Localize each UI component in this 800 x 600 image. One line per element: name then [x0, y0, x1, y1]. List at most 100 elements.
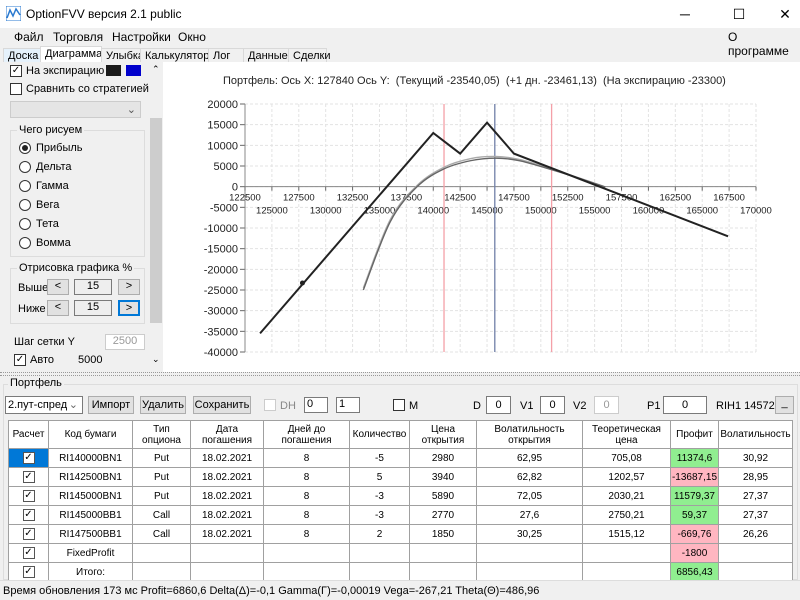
column-header[interactable]: Теоретическая цена	[582, 420, 671, 449]
spin-1[interactable]: 0	[304, 397, 328, 413]
table-cell	[409, 562, 477, 582]
calc-checkbox-cell[interactable]: ✓	[8, 448, 49, 468]
strategy-select[interactable]: 2.пут-спред ⌄	[5, 396, 83, 414]
table-row[interactable]: ✓ Итого: 6856,43	[8, 562, 793, 582]
current-color-swatch[interactable]	[126, 65, 141, 76]
compare-checkbox[interactable]	[10, 83, 22, 95]
column-header[interactable]: Код бумаги	[48, 420, 133, 449]
close-button[interactable]: ✕	[762, 0, 800, 28]
calc-checkbox-cell[interactable]: ✓	[8, 543, 49, 563]
calc-checkbox[interactable]: ✓	[22, 452, 35, 464]
calc-checkbox[interactable]: ✓	[22, 547, 35, 559]
table-cell: 8	[263, 505, 350, 525]
chart-plot[interactable]: 20000150001000050000-5000-10000-15000-20…	[163, 62, 800, 372]
column-header[interactable]: Дата погашения	[190, 420, 264, 449]
strategy-compare-select[interactable]: ⌄	[10, 101, 141, 118]
calc-checkbox[interactable]: ✓	[22, 509, 35, 521]
tab-board[interactable]: Доска	[3, 48, 41, 63]
table-row[interactable]: ✓ RI145000BB1 Call 18.02.2021 8 -3 2770 27,6 275…	[8, 505, 793, 525]
table-cell	[349, 562, 410, 582]
maximize-button[interactable]: ☐	[716, 0, 762, 28]
calc-checkbox-cell[interactable]: ✓	[8, 524, 49, 544]
grid-y-field[interactable]: 2500	[105, 334, 145, 350]
table-cell: 62,95	[476, 448, 583, 468]
calc-checkbox[interactable]: ✓	[22, 566, 35, 578]
import-button[interactable]: Импорт	[88, 396, 134, 414]
m-checkbox[interactable]	[393, 399, 405, 411]
radio-vomma[interactable]	[19, 237, 31, 249]
calc-checkbox[interactable]: ✓	[22, 471, 35, 483]
above-increase-button[interactable]: >	[118, 279, 140, 295]
p1-field[interactable]: 0	[663, 396, 707, 414]
x-tick-label: 132500	[337, 193, 369, 204]
spin-2[interactable]: 1	[336, 397, 360, 413]
tab-log[interactable]: Лог	[208, 48, 244, 63]
radio-delta[interactable]	[19, 161, 31, 173]
expiry-color-swatch[interactable]	[106, 65, 121, 76]
column-header[interactable]: Волатильность открытия	[476, 420, 583, 449]
tab-smile[interactable]: Улыбка	[101, 48, 144, 63]
auto-checkbox[interactable]: ✓	[14, 354, 26, 366]
table-row[interactable]: ✓ RI145000BN1 Put 18.02.2021 8 -3 5890 72,05 203…	[8, 486, 793, 506]
splitter[interactable]	[0, 372, 800, 376]
calc-checkbox[interactable]: ✓	[22, 528, 35, 540]
below-decrease-button[interactable]: <	[47, 300, 69, 316]
minimize-button[interactable]: ─	[662, 0, 708, 28]
tab-deals[interactable]: Сделки	[288, 48, 331, 63]
radio-vega[interactable]	[19, 199, 31, 211]
menu-window[interactable]: Окно	[178, 30, 206, 44]
table-cell: Итого:	[48, 562, 133, 582]
scroll-up-icon[interactable]: ⌃	[152, 64, 160, 75]
below-increase-button[interactable]: >	[118, 300, 140, 316]
d-field[interactable]: 0	[486, 396, 511, 414]
profit-chart[interactable]: Портфель: Ось X: 127840 Ось Y: (Текущий …	[163, 62, 800, 372]
above-label: Выше	[18, 282, 49, 294]
radio-profit[interactable]	[19, 142, 31, 154]
column-header[interactable]: Профит	[670, 420, 719, 449]
column-header[interactable]: Количество	[349, 420, 410, 449]
calc-checkbox[interactable]: ✓	[22, 490, 35, 502]
left-panel-scrollbar[interactable]: ⌃ ⌄	[149, 62, 163, 372]
v2-field[interactable]: 0	[594, 396, 619, 414]
column-header[interactable]: Цена открытия	[409, 420, 477, 449]
menu-trading[interactable]: Торговля	[53, 30, 103, 44]
table-cell	[132, 543, 191, 563]
menu-settings[interactable]: Настройки	[112, 30, 171, 44]
save-button[interactable]: Сохранить	[193, 396, 251, 414]
column-header[interactable]: Дней до погашения	[263, 420, 350, 449]
table-row[interactable]: ✓ RI147500BB1 Call 18.02.2021 8 2 1850 30,25 151…	[8, 524, 793, 544]
radio-vega-label: Вега	[36, 199, 60, 211]
calc-checkbox-cell[interactable]: ✓	[8, 467, 49, 487]
column-header[interactable]: Расчет	[8, 420, 49, 449]
scroll-down-icon[interactable]: ⌄	[152, 354, 160, 365]
tab-data[interactable]: Данные	[243, 48, 289, 63]
scrollbar-thumb[interactable]	[150, 118, 162, 323]
table-row[interactable]: ✓ FixedProfit -1800	[8, 543, 793, 563]
column-header[interactable]: Тип опциона	[132, 420, 191, 449]
expiry-checkbox[interactable]: ✓	[10, 65, 22, 77]
x-tick-label: 170000	[740, 206, 772, 217]
radio-gamma[interactable]	[19, 180, 31, 192]
table-cell	[476, 562, 583, 582]
y-tick-label: -30000	[204, 306, 238, 318]
above-decrease-button[interactable]: <	[47, 279, 69, 295]
calc-checkbox-cell[interactable]: ✓	[8, 505, 49, 525]
dh-checkbox[interactable]	[264, 399, 276, 411]
column-header[interactable]: Волатильность	[718, 420, 793, 449]
tab-diagram[interactable]: Диаграмма	[40, 46, 102, 63]
delete-button[interactable]: Удалить	[140, 396, 186, 414]
tab-calculator[interactable]: Калькулятор	[140, 48, 209, 63]
menu-file[interactable]: Файл	[14, 30, 44, 44]
table-row[interactable]: ✓ RI140000BN1 Put 18.02.2021 8 -5 2980 62,95 705…	[8, 448, 793, 468]
menu-about[interactable]: О программе	[728, 30, 800, 58]
table-cell: 5	[349, 467, 410, 487]
calc-checkbox-cell[interactable]: ✓	[8, 562, 49, 582]
series-line-plus_1_day	[362, 155, 606, 289]
radio-vomma-label: Вомма	[36, 237, 71, 249]
v1-field[interactable]: 0	[540, 396, 565, 414]
calc-checkbox-cell[interactable]: ✓	[8, 486, 49, 506]
more-button[interactable]: _	[775, 396, 794, 414]
radio-theta[interactable]	[19, 218, 31, 230]
table-row[interactable]: ✓ RI142500BN1 Put 18.02.2021 8 5 3940 62,82 1202…	[8, 467, 793, 487]
d-label: D	[473, 400, 481, 412]
